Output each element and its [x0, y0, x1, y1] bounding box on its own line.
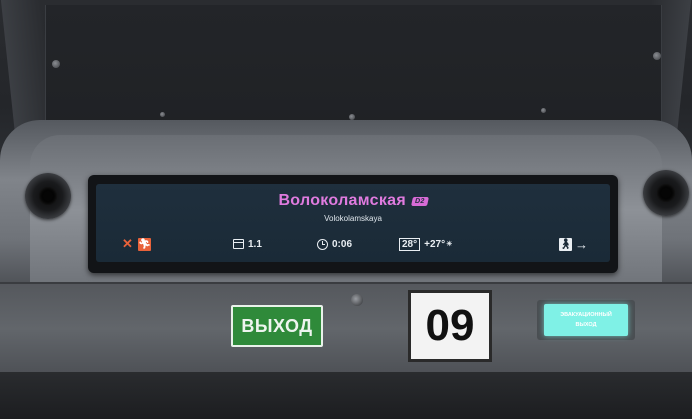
floor-band	[0, 372, 692, 419]
line-badge: D2	[411, 196, 429, 206]
temperature-group: 28° +27° ☀	[399, 236, 452, 252]
time-value: 0:06	[332, 238, 353, 250]
temperature-outside: +27°	[424, 238, 446, 250]
car-number: 1.1	[248, 238, 262, 250]
running-person-icon: 🏃︎	[138, 237, 151, 251]
emergency-button-icon	[351, 294, 363, 306]
screw-icon	[653, 52, 661, 60]
exit-sign: ВЫХОД	[231, 305, 323, 347]
train-interior: Волоколамская D2 Volokolamskaya ✕ 🏃︎ 1.1 …	[0, 0, 692, 419]
screw-icon	[52, 60, 60, 68]
station-name-row: Волоколамская D2	[96, 192, 610, 210]
speaker-right-icon	[643, 170, 689, 216]
emergency-exit-line2: ВЫХОД	[575, 322, 597, 328]
closed-side-icon: ✕	[122, 236, 133, 251]
emergency-exit-sign: ЭВАКУАЦИОННЫЙ ВЫХОД	[537, 300, 635, 340]
arrow-right-icon: →	[575, 236, 588, 252]
door-number-plate: 09	[408, 290, 492, 362]
clock-icon	[317, 238, 328, 250]
speaker-left-icon	[25, 173, 71, 219]
screw-icon	[541, 108, 546, 113]
passenger-info-display: Волоколамская D2 Volokolamskaya ✕ 🏃︎ 1.1 …	[96, 184, 610, 262]
temperature-inside: 28°	[399, 237, 421, 251]
emergency-exit-light: ЭВАКУАЦИОННЫЙ ВЫХОД	[544, 304, 628, 336]
info-row: ✕ 🏃︎ 1.1 0:06 28° +27° ☀ 🚶︎ →	[96, 236, 610, 252]
sun-icon: ☀	[446, 241, 453, 248]
emergency-exit-line1: ЭВАКУАЦИОННЫЙ	[560, 312, 612, 318]
screw-icon	[160, 112, 165, 117]
car-number-group: 1.1	[233, 236, 262, 252]
station-name-latin: Volokolamskaya	[324, 214, 382, 223]
calendar-icon	[233, 239, 244, 249]
station-name: Волоколамская	[278, 192, 406, 209]
exit-left-group: 🏃︎	[138, 236, 151, 252]
exit-right-group: 🚶︎ →	[559, 236, 588, 252]
time-group: 0:06	[317, 236, 352, 252]
walking-person-icon: 🚶︎	[559, 237, 572, 251]
